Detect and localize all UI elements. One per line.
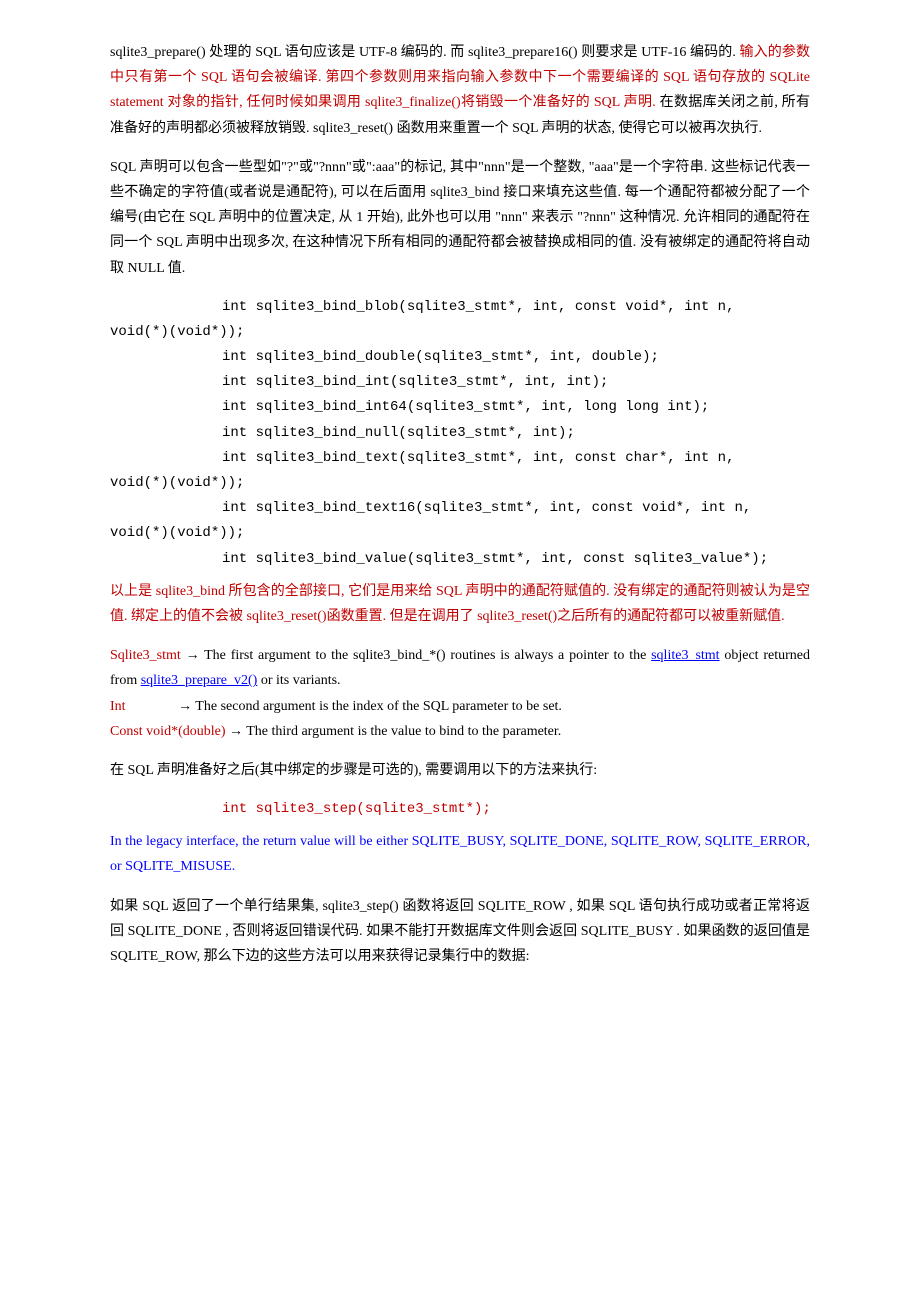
code-line: void(*)(void*));: [110, 320, 810, 345]
text-param: Const void*(double): [110, 724, 229, 739]
text-param: Int: [110, 699, 126, 714]
code-line: void(*)(void*));: [110, 521, 810, 546]
code-line: int sqlite3_bind_text16(sqlite3_stmt*, i…: [110, 500, 760, 516]
code-line: void(*)(void*));: [110, 471, 810, 496]
paragraph-1: sqlite3_prepare() 处理的 SQL 语句应该是 UTF-8 编码…: [110, 40, 810, 141]
paragraph-5: 在 SQL 声明准备好之后(其中绑定的步骤是可选的), 需要调用以下的方法来执行…: [110, 758, 810, 783]
code-line: int sqlite3_bind_text(sqlite3_stmt*, int…: [110, 450, 743, 466]
arrow-icon: →: [178, 699, 192, 714]
code-line: int sqlite3_bind_double(sqlite3_stmt*, i…: [110, 349, 659, 365]
code-block-bind: int sqlite3_bind_blob(sqlite3_stmt*, int…: [110, 295, 810, 572]
text-desc: The third argument is the value to bind …: [243, 724, 561, 739]
code-line: int sqlite3_bind_blob(sqlite3_stmt*, int…: [110, 299, 743, 315]
paragraph-7: 如果 SQL 返回了一个单行结果集, sqlite3_step() 函数将返回 …: [110, 894, 810, 970]
text-param: Sqlite3_stmt: [110, 648, 186, 663]
code-line: int sqlite3_step(sqlite3_stmt*);: [110, 801, 491, 817]
code-line: int sqlite3_bind_int64(sqlite3_stmt*, in…: [110, 399, 709, 415]
paragraph-4: Sqlite3_stmt → The first argument to the…: [110, 643, 810, 744]
text-plain: sqlite3_prepare() 处理的 SQL 语句应该是 UTF-8 编码…: [110, 45, 740, 60]
arrow-icon: →: [186, 648, 200, 663]
paragraph-3: 以上是 sqlite3_bind 所包含的全部接口, 它们是用来给 SQL 声明…: [110, 579, 810, 629]
code-block-step: int sqlite3_step(sqlite3_stmt*);: [110, 797, 810, 822]
paragraph-2: SQL 声明可以包含一些型如"?"或"?nnn"或":aaa"的标记, 其中"n…: [110, 155, 810, 281]
code-line: int sqlite3_bind_int(sqlite3_stmt*, int,…: [110, 374, 608, 390]
code-line: int sqlite3_bind_value(sqlite3_stmt*, in…: [110, 551, 768, 567]
link-sqlite3-prepare-v2[interactable]: sqlite3_prepare_v2(): [141, 673, 258, 688]
text-pad: [126, 699, 179, 714]
link-sqlite3-stmt[interactable]: sqlite3_stmt: [651, 648, 719, 663]
code-line: int sqlite3_bind_null(sqlite3_stmt*, int…: [110, 425, 575, 441]
text-desc: or its variants.: [257, 673, 340, 688]
paragraph-6: In the legacy interface, the return valu…: [110, 829, 810, 879]
text-desc: The second argument is the index of the …: [192, 699, 562, 714]
arrow-icon: →: [229, 724, 243, 739]
text-desc: The first argument to the sqlite3_bind_*…: [200, 648, 652, 663]
